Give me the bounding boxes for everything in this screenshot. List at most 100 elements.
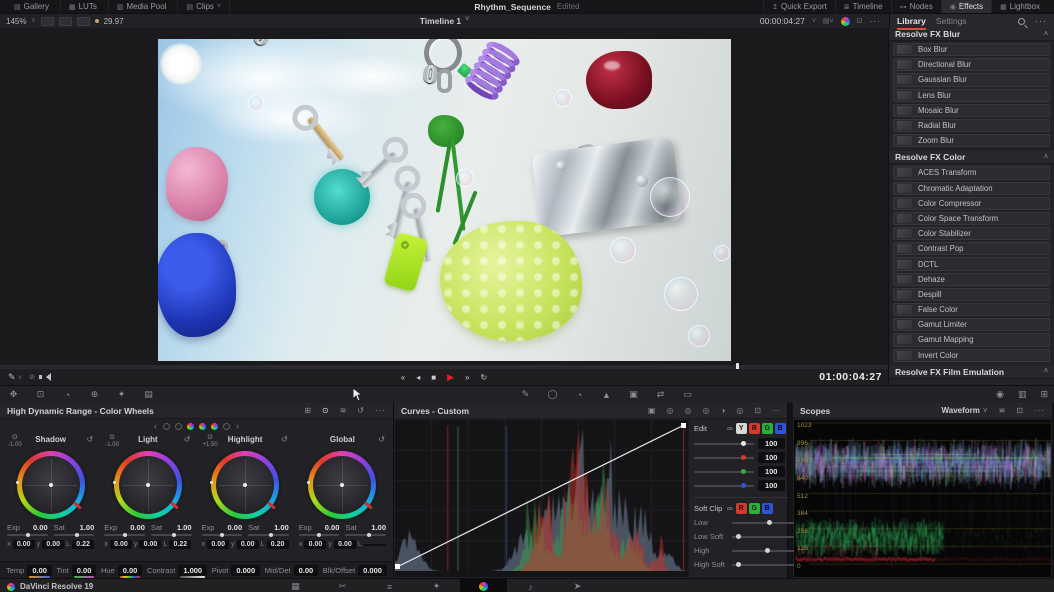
fx-list-item[interactable]: Color Compressor: [893, 197, 1050, 210]
fx-list-item[interactable]: Gamut Limiter: [893, 318, 1050, 331]
channel-button[interactable]: Y: [736, 423, 747, 434]
pager-dot[interactable]: [223, 423, 230, 430]
color-wheel[interactable]: [114, 451, 182, 519]
color-viewer-icon[interactable]: [841, 17, 850, 26]
page-button[interactable]: ≡: [366, 579, 413, 592]
source-timecode[interactable]: 00:00:04:27: [760, 16, 805, 26]
fx-list-item[interactable]: Chromatic Adaptation: [893, 182, 1050, 195]
histogram-icon[interactable]: ≋: [340, 406, 347, 415]
soft-clip-slider[interactable]: [732, 536, 795, 538]
wheel-center-handle[interactable]: [340, 483, 344, 487]
library-section-header[interactable]: Resolve FX Color ˄: [889, 151, 1054, 164]
top-right-button[interactable]: ↥ Quick Export: [763, 0, 835, 13]
wheel-left-handle[interactable]: [307, 481, 310, 484]
adjustment-value[interactable]: 0.00: [294, 565, 319, 576]
zoom-level[interactable]: 145%: [6, 17, 26, 26]
curves-header-icon[interactable]: ◎: [685, 406, 692, 415]
page-button[interactable]: ✦: [413, 579, 460, 592]
toolbar-icon[interactable]: ◔: [54, 390, 81, 400]
sat-value[interactable]: 1.00: [177, 523, 192, 532]
channel-value[interactable]: 100: [758, 466, 785, 477]
exp-value[interactable]: 0.00: [130, 523, 145, 532]
fx-list-item[interactable]: Color Stabilizer: [893, 227, 1050, 240]
fx-list-item[interactable]: False Color: [893, 303, 1050, 316]
exp-slider[interactable]: [104, 534, 145, 536]
channel-slider[interactable]: [694, 443, 754, 445]
fx-list-item[interactable]: Color Space Transform: [893, 212, 1050, 225]
sat-slider[interactable]: [151, 534, 192, 536]
timeline-selector[interactable]: Timeline 1: [420, 16, 461, 26]
fx-list-item[interactable]: DCTL: [893, 257, 1050, 270]
y-value[interactable]: 0.00: [42, 540, 64, 549]
viewer-layout-split-icon[interactable]: [59, 17, 72, 26]
color-wheel[interactable]: [17, 451, 85, 519]
sat-value[interactable]: 1.00: [80, 523, 95, 532]
toolbar-icon[interactable]: ⊞: [1040, 389, 1048, 400]
toolbar-icon[interactable]: ◔: [566, 390, 593, 400]
adjustment-value[interactable]: 0.00: [72, 565, 97, 576]
fx-list-item[interactable]: ACES Transform: [893, 166, 1050, 179]
fx-list-item[interactable]: Directional Blur: [893, 58, 1050, 71]
expand-icon[interactable]: ⊡: [857, 17, 863, 25]
channel-button[interactable]: G: [749, 503, 760, 514]
page-button[interactable]: ♪: [507, 579, 554, 592]
fx-list-item[interactable]: Invert Color: [893, 349, 1050, 362]
chevron-down-icon[interactable]: ˅: [31, 18, 35, 25]
soft-clip-slider[interactable]: [732, 550, 795, 552]
top-left-button[interactable]: ▦ LUTs: [61, 0, 109, 13]
channel-button[interactable]: G: [762, 423, 773, 434]
sat-slider[interactable]: [248, 534, 289, 536]
page-button[interactable]: ▦: [272, 579, 319, 592]
x-value[interactable]: 0.00: [207, 540, 229, 549]
page-button[interactable]: ✂: [319, 579, 366, 592]
adjustment-value[interactable]: 0.00: [27, 565, 52, 576]
x-value[interactable]: 0.00: [13, 540, 35, 549]
chevron-down-icon[interactable]: ˅: [812, 18, 816, 25]
wheel-left-handle[interactable]: [16, 481, 19, 484]
channel-slider[interactable]: [694, 471, 754, 473]
scope-settings-icon[interactable]: ≌: [999, 406, 1006, 415]
menu-dots[interactable]: ···: [1034, 406, 1045, 415]
collapse-caret-icon[interactable]: ˄: [1044, 154, 1048, 161]
toolbar-icon[interactable]: ▭: [674, 389, 701, 400]
y-value[interactable]: 0.00: [334, 540, 356, 549]
channel-slider[interactable]: [694, 485, 754, 487]
adjustment-value[interactable]: 0.000: [231, 565, 260, 576]
tab-settings[interactable]: Settings: [936, 14, 967, 28]
pager-dot[interactable]: [187, 423, 194, 430]
channel-button[interactable]: R: [749, 423, 760, 434]
channel-value[interactable]: 100: [758, 452, 785, 463]
exp-slider[interactable]: [299, 534, 340, 536]
x-value[interactable]: 0.00: [110, 540, 132, 549]
toolbar-icon[interactable]: ▲: [593, 390, 620, 400]
wheel-left-handle[interactable]: [210, 481, 213, 484]
toolbar-icon[interactable]: ▤: [135, 389, 162, 400]
toolbar-icon[interactable]: ⇄: [647, 389, 674, 400]
top-right-button[interactable]: ⊶ Nodes: [891, 0, 941, 13]
menu-dots[interactable]: ···: [375, 406, 386, 415]
channel-value[interactable]: 100: [758, 480, 785, 491]
top-right-button[interactable]: ▦ Lightbox: [991, 0, 1048, 13]
exp-value[interactable]: 0.00: [325, 523, 340, 532]
exp-slider[interactable]: [202, 534, 243, 536]
curves-header-icon[interactable]: ▣: [648, 406, 656, 415]
soft-clip-slider[interactable]: [732, 522, 795, 524]
search-icon[interactable]: [1018, 18, 1025, 25]
wheel-center-handle[interactable]: [243, 483, 247, 487]
l-value[interactable]: 0.22: [72, 540, 94, 549]
y-value[interactable]: 0.00: [139, 540, 161, 549]
curves-header-icon[interactable]: ◑: [720, 406, 725, 415]
transport-button[interactable]: »: [465, 373, 469, 382]
color-wheel[interactable]: [308, 451, 376, 519]
add-panel-icon[interactable]: ⊞: [304, 406, 311, 415]
curves-header-icon[interactable]: ···: [772, 406, 780, 415]
curves-header-icon[interactable]: ◎: [702, 406, 709, 415]
pager-next-icon[interactable]: ›: [236, 421, 239, 431]
library-section-header[interactable]: Resolve FX Film Emulation ˄: [889, 366, 1054, 379]
viewer-layout-enhanced-icon[interactable]: [77, 17, 90, 26]
toolbar-icon[interactable]: ◉: [996, 389, 1004, 400]
top-left-button[interactable]: ▤ Clips ˅: [178, 0, 230, 13]
viewer-canvas-area[interactable]: [0, 28, 888, 365]
chevron-down-icon[interactable]: ˅: [465, 16, 469, 26]
toolbar-icon[interactable]: ▥: [1018, 389, 1027, 400]
